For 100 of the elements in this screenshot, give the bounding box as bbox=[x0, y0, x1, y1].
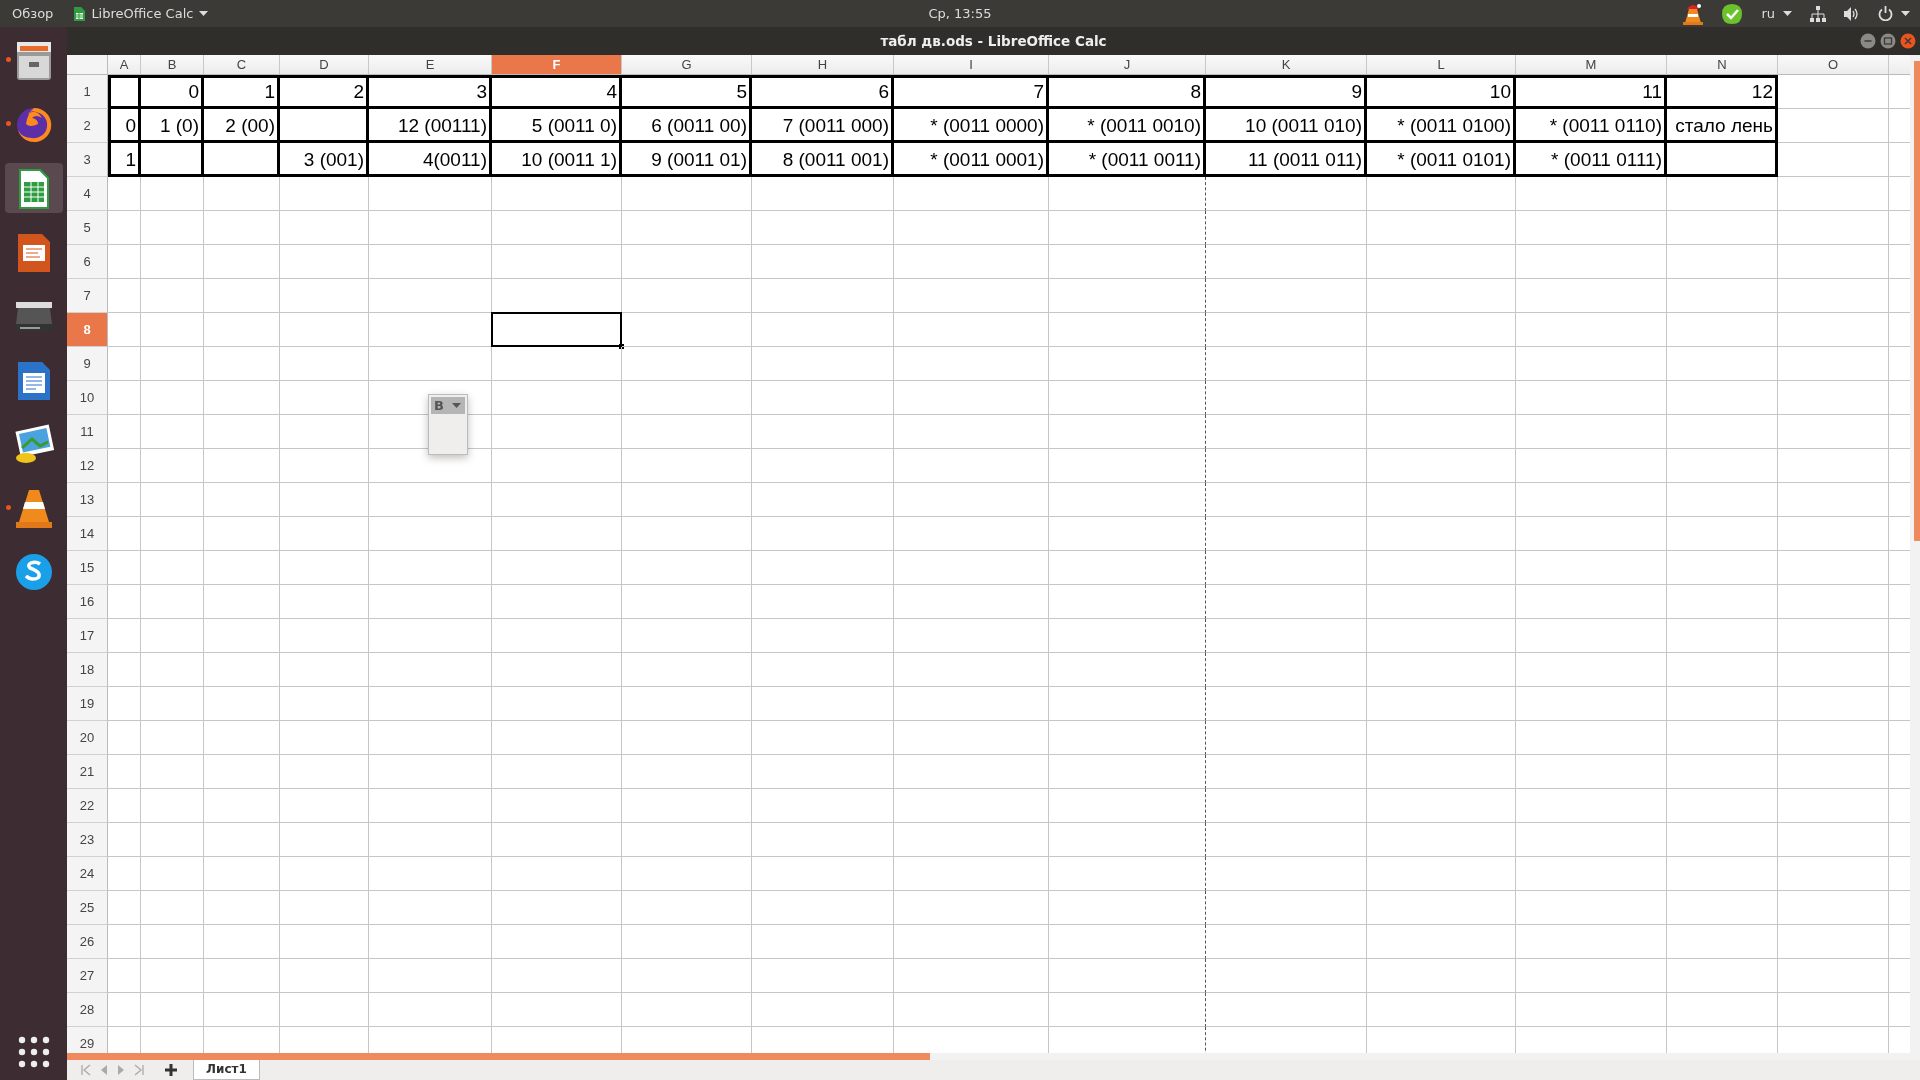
column-header[interactable]: I bbox=[894, 55, 1049, 75]
table-cell: 1 bbox=[108, 143, 141, 177]
table-cell: 12 bbox=[1667, 75, 1778, 109]
row-header[interactable]: 20 bbox=[67, 721, 108, 755]
column-header[interactable]: M bbox=[1516, 55, 1667, 75]
column-header[interactable]: A bbox=[108, 55, 141, 75]
column-header[interactable]: D bbox=[280, 55, 369, 75]
table-cell: 11 (0011 011) bbox=[1206, 143, 1367, 177]
table-cell: 10 (0011 1) bbox=[492, 143, 622, 177]
scrollbar-thumb[interactable] bbox=[67, 1053, 930, 1060]
column-header[interactable]: K bbox=[1206, 55, 1367, 75]
table-cell: * (0011 0001) bbox=[894, 143, 1049, 177]
sheet-tab[interactable]: Лист1 bbox=[193, 1060, 260, 1080]
volume-icon[interactable] bbox=[1844, 6, 1860, 21]
table-cell: 0 bbox=[141, 75, 204, 109]
row-header[interactable]: 27 bbox=[67, 959, 108, 993]
row-header[interactable]: 18 bbox=[67, 653, 108, 687]
table-cell: 8 (0011 001) bbox=[752, 143, 894, 177]
row-header[interactable]: 9 bbox=[67, 347, 108, 381]
row-header[interactable]: 23 bbox=[67, 823, 108, 857]
row-header[interactable]: 5 bbox=[67, 211, 108, 245]
row-header[interactable]: 4 bbox=[67, 177, 108, 211]
scrollbar-thumb[interactable] bbox=[1914, 61, 1920, 541]
horizontal-scrollbar[interactable] bbox=[67, 1053, 1920, 1060]
table-cell: 4(0011) bbox=[369, 143, 492, 177]
row-header[interactable]: 28 bbox=[67, 993, 108, 1027]
vertical-scrollbar[interactable] bbox=[1910, 55, 1920, 1053]
row-header[interactable]: 11 bbox=[67, 415, 108, 449]
table-cell: * (0011 0011) bbox=[1049, 143, 1206, 177]
language-menu[interactable]: ru bbox=[1761, 6, 1792, 21]
row-header[interactable]: 17 bbox=[67, 619, 108, 653]
column-header[interactable]: O bbox=[1778, 55, 1889, 75]
activities-button[interactable]: Обзор bbox=[12, 6, 54, 21]
column-header[interactable]: G bbox=[622, 55, 752, 75]
row-header[interactable]: 24 bbox=[67, 857, 108, 891]
traffic-cone-icon[interactable] bbox=[1683, 2, 1704, 25]
column-header[interactable]: L bbox=[1367, 55, 1516, 75]
row-header[interactable]: 29 bbox=[67, 1027, 108, 1053]
table-cell: * (0011 0010) bbox=[1049, 109, 1206, 143]
column-header[interactable]: E bbox=[369, 55, 492, 75]
dock-item[interactable] bbox=[4, 163, 63, 213]
row-header[interactable]: 7 bbox=[67, 279, 108, 313]
table-cell: 5 bbox=[622, 75, 752, 109]
table-cell: 2 bbox=[280, 75, 369, 109]
row-header[interactable]: 2 bbox=[67, 109, 108, 143]
fill-handle[interactable] bbox=[619, 344, 624, 349]
row-header[interactable]: 15 bbox=[67, 551, 108, 585]
table-cell: 8 bbox=[1049, 75, 1206, 109]
column-header[interactable]: B bbox=[141, 55, 204, 75]
column-header[interactable]: N bbox=[1667, 55, 1778, 75]
table-cell: 7 bbox=[894, 75, 1049, 109]
row-header[interactable]: 13 bbox=[67, 483, 108, 517]
table-cell: 12 (00111) bbox=[369, 109, 492, 143]
table-cell: 9 bbox=[1206, 75, 1367, 109]
table-cell: 6 bbox=[752, 75, 894, 109]
column-header[interactable]: C bbox=[204, 55, 280, 75]
check-icon[interactable] bbox=[1721, 2, 1744, 25]
row-header[interactable]: 3 bbox=[67, 143, 108, 177]
row-header[interactable]: 14 bbox=[67, 517, 108, 551]
table-cell: 5 (0011 0) bbox=[492, 109, 622, 143]
table-cell: 4 bbox=[492, 75, 622, 109]
power-menu[interactable] bbox=[1878, 6, 1910, 21]
caret-icon bbox=[1901, 11, 1910, 16]
network-icon[interactable] bbox=[1810, 5, 1826, 22]
row-header[interactable]: 6 bbox=[67, 245, 108, 279]
caret-icon[interactable] bbox=[451, 403, 461, 408]
row-header[interactable]: 10 bbox=[67, 381, 108, 415]
app-menu[interactable]: LibreOffice Calc bbox=[73, 6, 209, 21]
clock[interactable]: Ср, 13:55 bbox=[928, 6, 992, 21]
maximize-icon[interactable] bbox=[1880, 33, 1896, 49]
close-icon[interactable] bbox=[1900, 33, 1916, 49]
row-header[interactable]: 25 bbox=[67, 891, 108, 925]
add-sheet-icon[interactable] bbox=[165, 1064, 177, 1076]
table-cell: 0 bbox=[108, 109, 141, 143]
table-cell: 2 (00) bbox=[204, 109, 280, 143]
table-cell: * (0011 0111) bbox=[1516, 143, 1667, 177]
row-header[interactable]: 22 bbox=[67, 789, 108, 823]
row-header[interactable]: 19 bbox=[67, 687, 108, 721]
column-header[interactable]: H bbox=[752, 55, 894, 75]
row-header[interactable]: 26 bbox=[67, 925, 108, 959]
caret-icon bbox=[199, 11, 209, 16]
row-header[interactable]: 21 bbox=[67, 755, 108, 789]
window-title: табл дв.ods - LibreOffice Calc bbox=[880, 33, 1107, 49]
table-cell: 3 (001) bbox=[280, 143, 369, 177]
table-cell: * (0011 0000) bbox=[894, 109, 1049, 143]
minimize-icon[interactable] bbox=[1860, 33, 1876, 49]
row-header[interactable]: 16 bbox=[67, 585, 108, 619]
spreadsheet-icon bbox=[73, 6, 86, 21]
app-grid-icon bbox=[17, 1036, 50, 1068]
table-cell: 11 bbox=[1516, 75, 1667, 109]
table-cell: 10 bbox=[1367, 75, 1516, 109]
cell-cursor[interactable] bbox=[491, 312, 622, 347]
caret-icon bbox=[1783, 11, 1792, 16]
table-cell: 6 (0011 00) bbox=[622, 109, 752, 143]
row-header[interactable]: 1 bbox=[67, 75, 108, 109]
table-cell: стало лень bbox=[1667, 109, 1778, 143]
table-cell: 7 (0011 000) bbox=[752, 109, 894, 143]
table-cell: 9 (0011 01) bbox=[622, 143, 752, 177]
row-header[interactable]: 12 bbox=[67, 449, 108, 483]
column-header[interactable]: J bbox=[1049, 55, 1206, 75]
